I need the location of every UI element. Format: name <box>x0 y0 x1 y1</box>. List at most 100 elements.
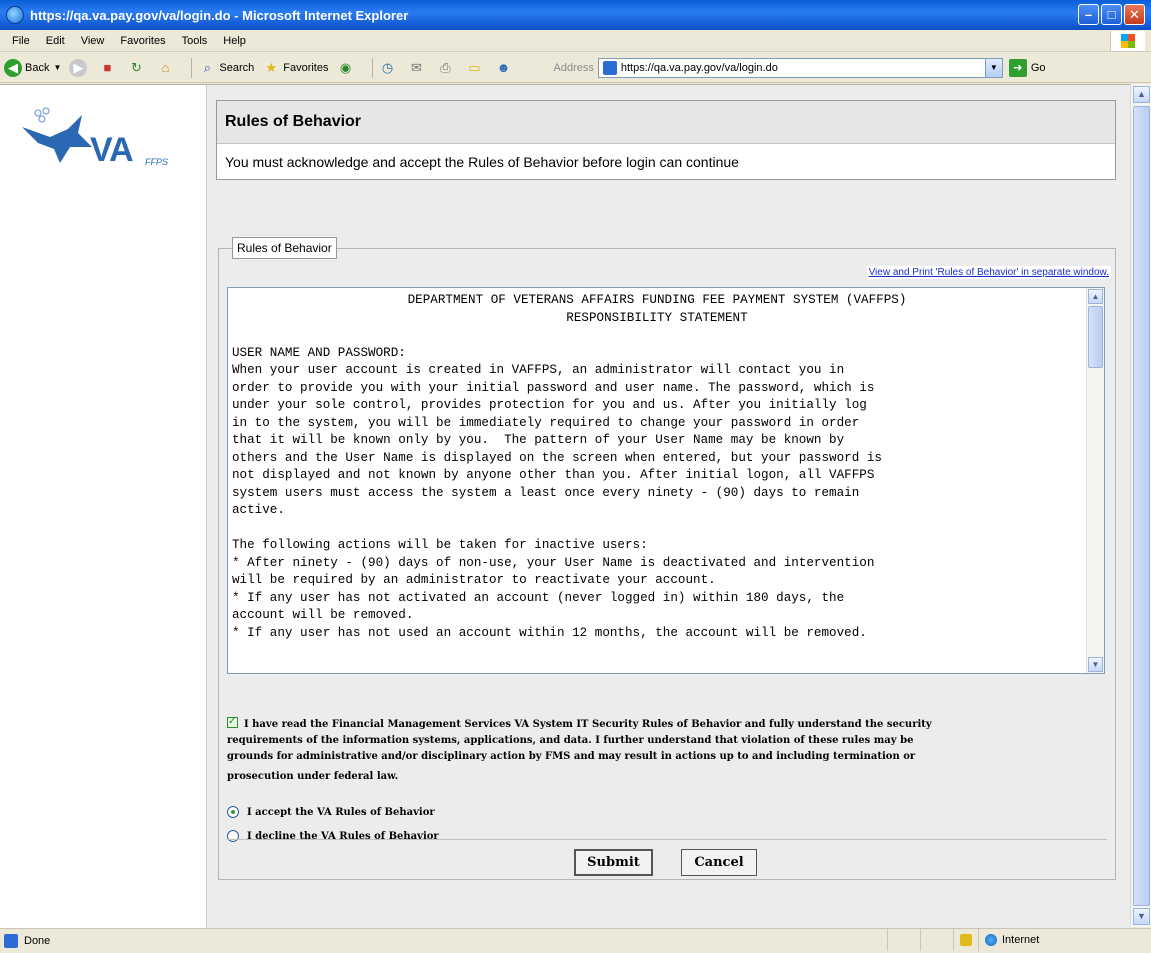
print-button[interactable]: ⎙ <box>437 59 458 77</box>
search-icon: ⌕ <box>203 59 212 75</box>
window-scroll-up-icon[interactable]: ▲ <box>1133 86 1150 103</box>
rules-line: USER NAME AND PASSWORD: <box>232 345 406 360</box>
rules-line: * After ninety - (90) days of non-use, y… <box>232 555 875 570</box>
page-viewport: VA FFPS Rules of Behavior You must ackno… <box>0 84 1130 928</box>
mail-icon: ✉ <box>411 59 422 75</box>
window-titlebar: https://qa.va.pay.gov/va/login.do - Micr… <box>0 0 1151 30</box>
rules-textarea[interactable]: DEPARTMENT OF VETERANS AFFAIRS FUNDING F… <box>227 287 1105 674</box>
search-button[interactable]: ⌕ Search <box>198 59 255 77</box>
print-rules-link[interactable]: View and Print 'Rules of Behavior' in se… <box>866 266 1111 279</box>
menu-edit[interactable]: Edit <box>38 35 73 47</box>
windows-logo-icon <box>1110 31 1145 51</box>
maximize-button[interactable]: □ <box>1101 4 1122 25</box>
forward-button[interactable]: ▶ <box>69 58 90 77</box>
lock-icon <box>960 934 972 946</box>
menu-file[interactable]: File <box>4 35 38 47</box>
forward-arrow-icon: ▶ <box>69 58 88 77</box>
cancel-button[interactable]: Cancel <box>681 849 757 876</box>
submit-button[interactable]: Submit <box>574 849 653 876</box>
accept-radio[interactable] <box>227 806 239 818</box>
scroll-down-icon[interactable]: ▼ <box>1088 657 1103 672</box>
address-input[interactable]: https://qa.va.pay.gov/va/login.do <box>621 62 778 74</box>
window-title: https://qa.va.pay.gov/va/login.do - Micr… <box>30 7 409 23</box>
rules-line: not displayed and not known by anyone ot… <box>232 468 875 482</box>
stop-button[interactable]: ■ <box>98 59 119 77</box>
rules-line <box>232 520 1082 538</box>
zone-panel: Internet <box>978 929 1151 951</box>
search-label: Search <box>219 61 255 74</box>
accept-option[interactable]: I accept the VA Rules of Behavior <box>227 806 435 818</box>
security-panel <box>953 929 978 951</box>
address-dropdown-icon[interactable]: ▼ <box>984 58 1002 77</box>
back-dropdown-icon[interactable]: ▼ <box>53 63 61 72</box>
acknowledge-checkbox[interactable] <box>227 714 238 730</box>
scroll-up-icon[interactable]: ▲ <box>1088 289 1103 304</box>
go-label: Go <box>1030 61 1046 74</box>
mail-button[interactable]: ✉ <box>408 59 429 77</box>
messenger-button[interactable]: ☻ <box>495 59 516 77</box>
rules-heading-line2: RESPONSIBILITY STATEMENT <box>566 310 748 325</box>
menu-view[interactable]: View <box>73 35 113 47</box>
rules-body: USER NAME AND PASSWORD: When your user ac… <box>232 327 1082 642</box>
favorites-label: Favorites <box>283 61 329 74</box>
logo-subtext: FFPS <box>145 157 169 167</box>
rules-line: system users must access the system a le… <box>232 485 860 500</box>
rules-scrollbar[interactable]: ▲ ▼ <box>1086 288 1104 673</box>
media-button[interactable]: ◉ <box>337 59 358 77</box>
close-button[interactable]: ✕ <box>1124 4 1145 25</box>
favorites-star-icon: ★ <box>265 59 278 75</box>
toolbar-separator <box>191 57 193 78</box>
internet-globe-icon <box>985 934 997 946</box>
button-row: Submit Cancel <box>227 839 1107 880</box>
va-ffps-logo: VA FFPS <box>20 107 180 177</box>
toolbar-separator <box>371 57 373 78</box>
window-scrollbar[interactable]: ▲ ▼ <box>1130 84 1151 927</box>
back-button[interactable]: ◀ Back ▼ <box>4 58 61 77</box>
acknowledgement: I have read the Financial Management Ser… <box>227 714 1107 785</box>
rules-line: order to provide you with your initial p… <box>232 380 875 395</box>
left-pane: VA FFPS <box>0 85 207 928</box>
window-scrollbar-thumb[interactable] <box>1133 106 1150 906</box>
status-text: Done <box>24 934 51 947</box>
scrollbar-thumb[interactable] <box>1088 306 1103 368</box>
rules-line: others and the User Name is displayed on… <box>232 450 882 465</box>
folder-button[interactable]: ▭ <box>466 59 487 77</box>
ack-line-4: prosecution under federal law. <box>227 771 399 782</box>
messenger-icon: ☻ <box>496 60 511 75</box>
rules-line: * If any user has not used an account wi… <box>232 625 867 640</box>
print-icon: ⎙ <box>440 59 451 75</box>
main-content: Rules of Behavior You must acknowledge a… <box>207 85 1130 928</box>
page-icon <box>602 60 617 75</box>
rules-line <box>232 327 1082 345</box>
home-button[interactable]: ⌂ <box>156 59 177 77</box>
favorites-button[interactable]: ★ Favorites <box>262 59 328 77</box>
go-button[interactable]: ➜ Go <box>1008 58 1046 77</box>
page-title: Rules of Behavior <box>217 101 1115 144</box>
folder-icon: ▭ <box>468 59 481 75</box>
address-bar[interactable]: https://qa.va.pay.gov/va/login.do ▼ <box>597 57 1003 78</box>
status-bar: Done Internet <box>0 928 1151 952</box>
window-scroll-down-icon[interactable]: ▼ <box>1133 908 1150 925</box>
ack-line-1: I have read the Financial Management Ser… <box>244 719 932 730</box>
refresh-button[interactable]: ↻ <box>127 59 148 77</box>
stop-icon: ■ <box>103 60 112 75</box>
logo-text: VA <box>90 131 134 169</box>
rules-line: The following actions will be taken for … <box>232 538 648 552</box>
go-arrow-icon: ➜ <box>1008 58 1027 77</box>
window-controls: – □ ✕ <box>1078 4 1145 25</box>
history-icon: ◷ <box>381 59 394 75</box>
menu-help[interactable]: Help <box>215 35 254 47</box>
home-icon: ⌂ <box>161 60 170 75</box>
rules-fieldset: Rules of Behavior View and Print 'Rules … <box>218 237 1116 880</box>
rules-line: under your sole control, provides protec… <box>232 398 867 412</box>
ie-icon <box>6 6 24 24</box>
refresh-icon: ↻ <box>130 59 142 75</box>
menu-favorites[interactable]: Favorites <box>112 35 173 47</box>
history-button[interactable]: ◷ <box>379 59 400 77</box>
minimize-button[interactable]: – <box>1078 4 1099 25</box>
back-arrow-icon: ◀ <box>4 58 22 77</box>
rules-line: account will be removed. <box>232 608 414 622</box>
menu-tools[interactable]: Tools <box>174 35 216 47</box>
rules-line: active. <box>232 503 285 517</box>
eagle-icon <box>22 107 92 163</box>
